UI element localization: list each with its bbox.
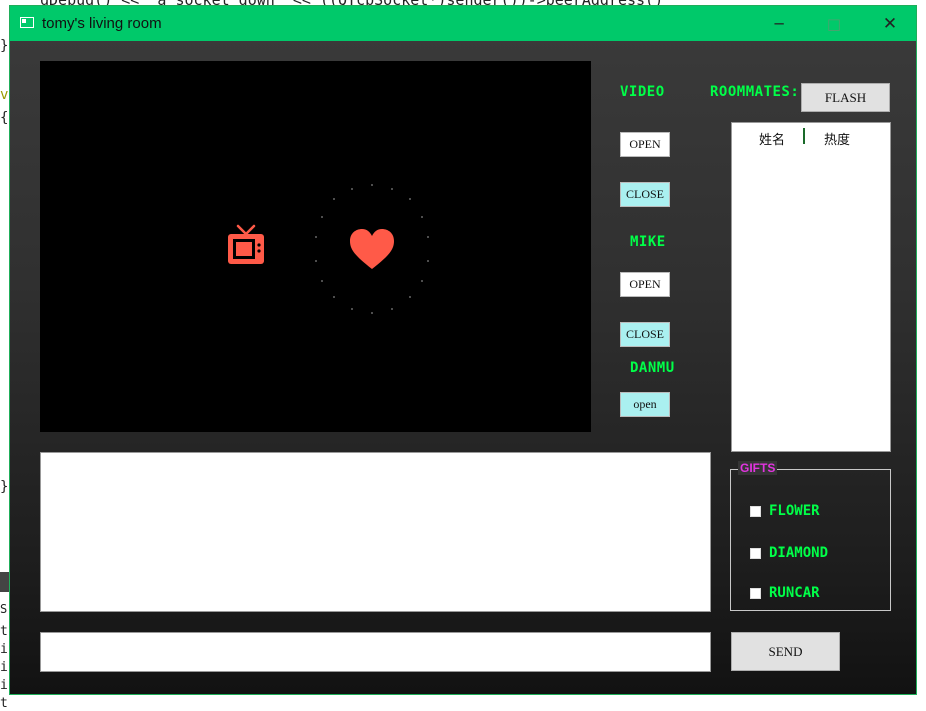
- chat-display[interactable]: [40, 452, 711, 612]
- video-label: VIDEO: [620, 84, 665, 100]
- background-char: i: [0, 642, 8, 657]
- background-char: S: [0, 602, 8, 616]
- gift-option-flower[interactable]: FLOWER: [750, 503, 820, 519]
- background-char: i: [0, 660, 8, 675]
- flower-checkbox[interactable]: [750, 505, 761, 517]
- column-header-heat[interactable]: 热度: [824, 129, 850, 148]
- gift-label[interactable]: FLOWER: [769, 503, 820, 519]
- diamond-checkbox[interactable]: [750, 547, 761, 559]
- video-open-button[interactable]: OPEN: [620, 132, 670, 157]
- title-bar[interactable]: tomy's living room ─ □ ✕: [10, 6, 916, 41]
- gift-label[interactable]: DIAMOND: [769, 545, 828, 561]
- roommates-list[interactable]: 姓名 热度: [731, 122, 891, 452]
- gift-option-diamond[interactable]: DIAMOND: [750, 545, 828, 561]
- app-window-icon: [20, 17, 34, 28]
- close-window-button[interactable]: ✕: [867, 6, 913, 41]
- column-separator: [803, 128, 805, 144]
- background-char: {: [0, 110, 9, 126]
- gift-option-runcar[interactable]: RUNCAR: [750, 585, 820, 601]
- gifts-group: GIFTS FLOWER DIAMOND RUNCAR: [730, 461, 891, 611]
- heart-icon: [315, 184, 429, 314]
- tv-icon: [228, 224, 264, 264]
- gift-label[interactable]: RUNCAR: [769, 585, 820, 601]
- mike-close-button[interactable]: CLOSE: [620, 322, 670, 347]
- column-header-name[interactable]: 姓名: [759, 129, 785, 148]
- danmu-open-button[interactable]: open: [620, 392, 670, 417]
- background-char: t: [0, 696, 8, 711]
- video-close-button[interactable]: CLOSE: [620, 182, 670, 207]
- background-char: i: [0, 678, 8, 693]
- mike-open-button[interactable]: OPEN: [620, 272, 670, 297]
- background-char: t: [0, 624, 8, 639]
- message-input[interactable]: [40, 632, 711, 672]
- maximize-button[interactable]: □: [811, 6, 857, 41]
- video-display: [40, 61, 591, 432]
- living-room-window: tomy's living room ─ □ ✕ VIDEO OPEN CLOS…: [9, 5, 917, 695]
- background-char: }: [0, 479, 9, 495]
- window-title: tomy's living room: [42, 15, 162, 32]
- danmu-label: DANMU: [630, 360, 675, 376]
- background-char: }: [0, 38, 9, 54]
- minimize-button[interactable]: ─: [756, 6, 802, 41]
- mike-label: MIKE: [630, 234, 666, 250]
- background-char: v: [0, 87, 9, 103]
- background-panel-strip: [0, 572, 9, 592]
- flash-button[interactable]: FLASH: [801, 83, 890, 112]
- roommates-label: ROOMMATES:: [710, 84, 800, 100]
- send-button[interactable]: SEND: [731, 632, 840, 671]
- gifts-title: GIFTS: [738, 461, 778, 475]
- runcar-checkbox[interactable]: [750, 587, 761, 599]
